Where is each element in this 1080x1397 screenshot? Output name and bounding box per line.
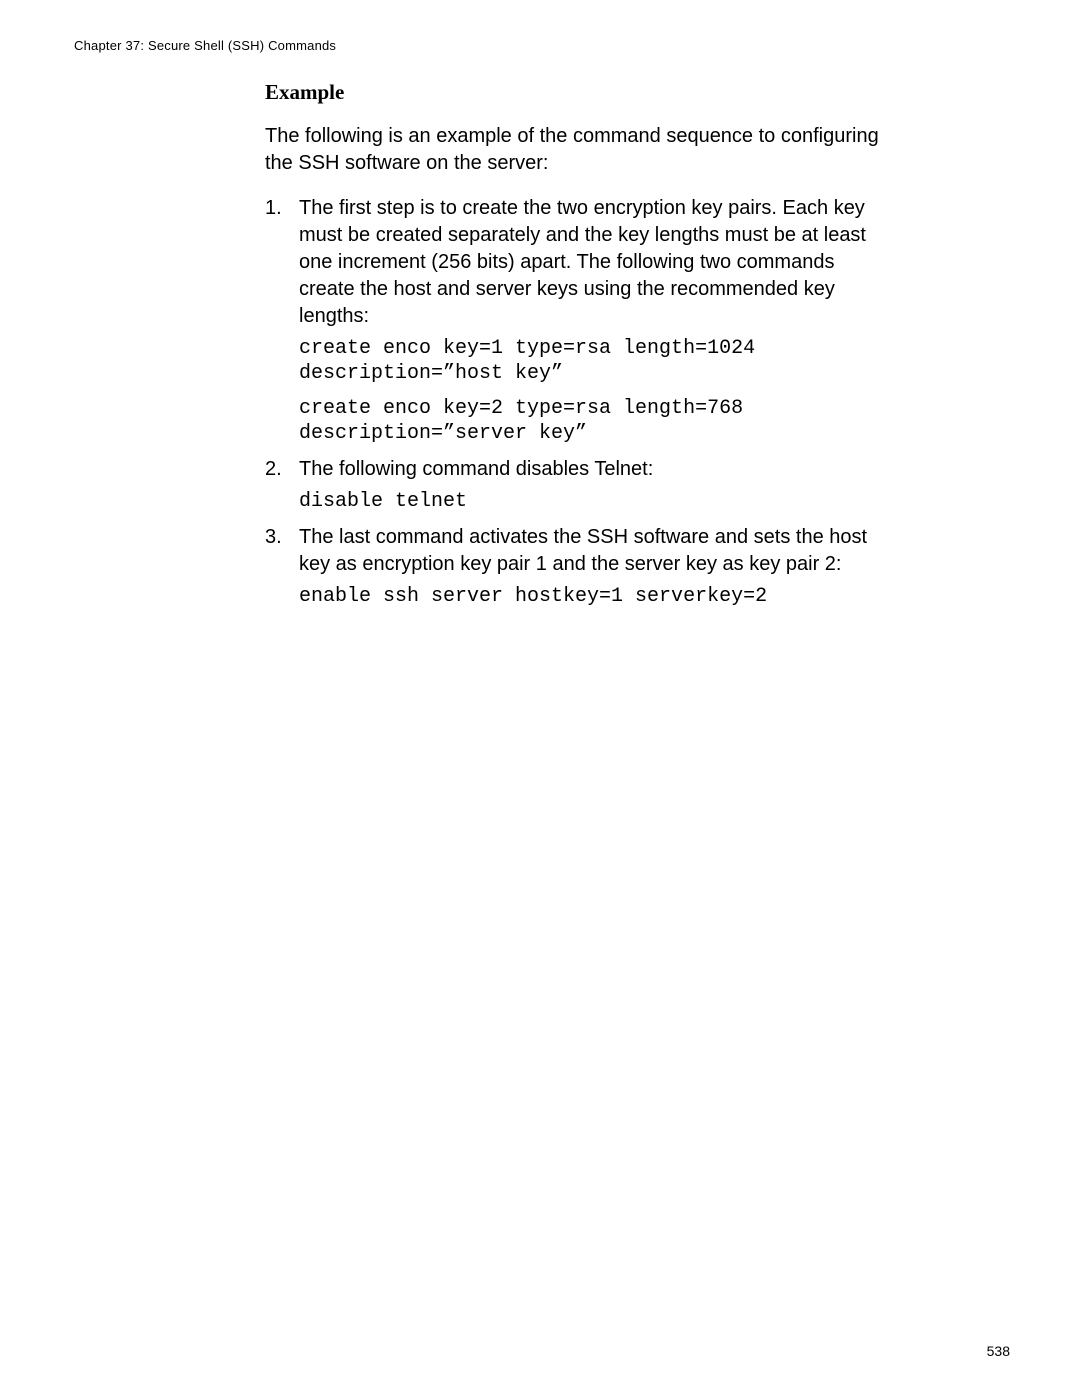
step-1-code-2: create enco key=2 type=rsa length=768 de… (299, 396, 885, 446)
step-2-code-1: disable telnet (299, 489, 885, 514)
chapter-header: Chapter 37: Secure Shell (SSH) Commands (74, 38, 336, 53)
step-1: The first step is to create the two encr… (265, 195, 885, 446)
step-2: The following command disables Telnet: d… (265, 456, 885, 514)
content-block: Example The following is an example of t… (265, 80, 885, 619)
ordered-steps: The first step is to create the two encr… (265, 195, 885, 609)
page-number: 538 (987, 1343, 1010, 1359)
section-title: Example (265, 80, 885, 105)
document-page: Chapter 37: Secure Shell (SSH) Commands … (0, 0, 1080, 1397)
intro-paragraph: The following is an example of the comma… (265, 123, 885, 177)
step-3-text: The last command activates the SSH softw… (299, 526, 867, 575)
step-3-code-1: enable ssh server hostkey=1 serverkey=2 (299, 584, 885, 609)
step-2-text: The following command disables Telnet: (299, 458, 653, 480)
step-3: The last command activates the SSH softw… (265, 524, 885, 609)
step-1-code-1: create enco key=1 type=rsa length=1024 d… (299, 336, 885, 386)
step-1-text: The first step is to create the two encr… (299, 197, 866, 327)
